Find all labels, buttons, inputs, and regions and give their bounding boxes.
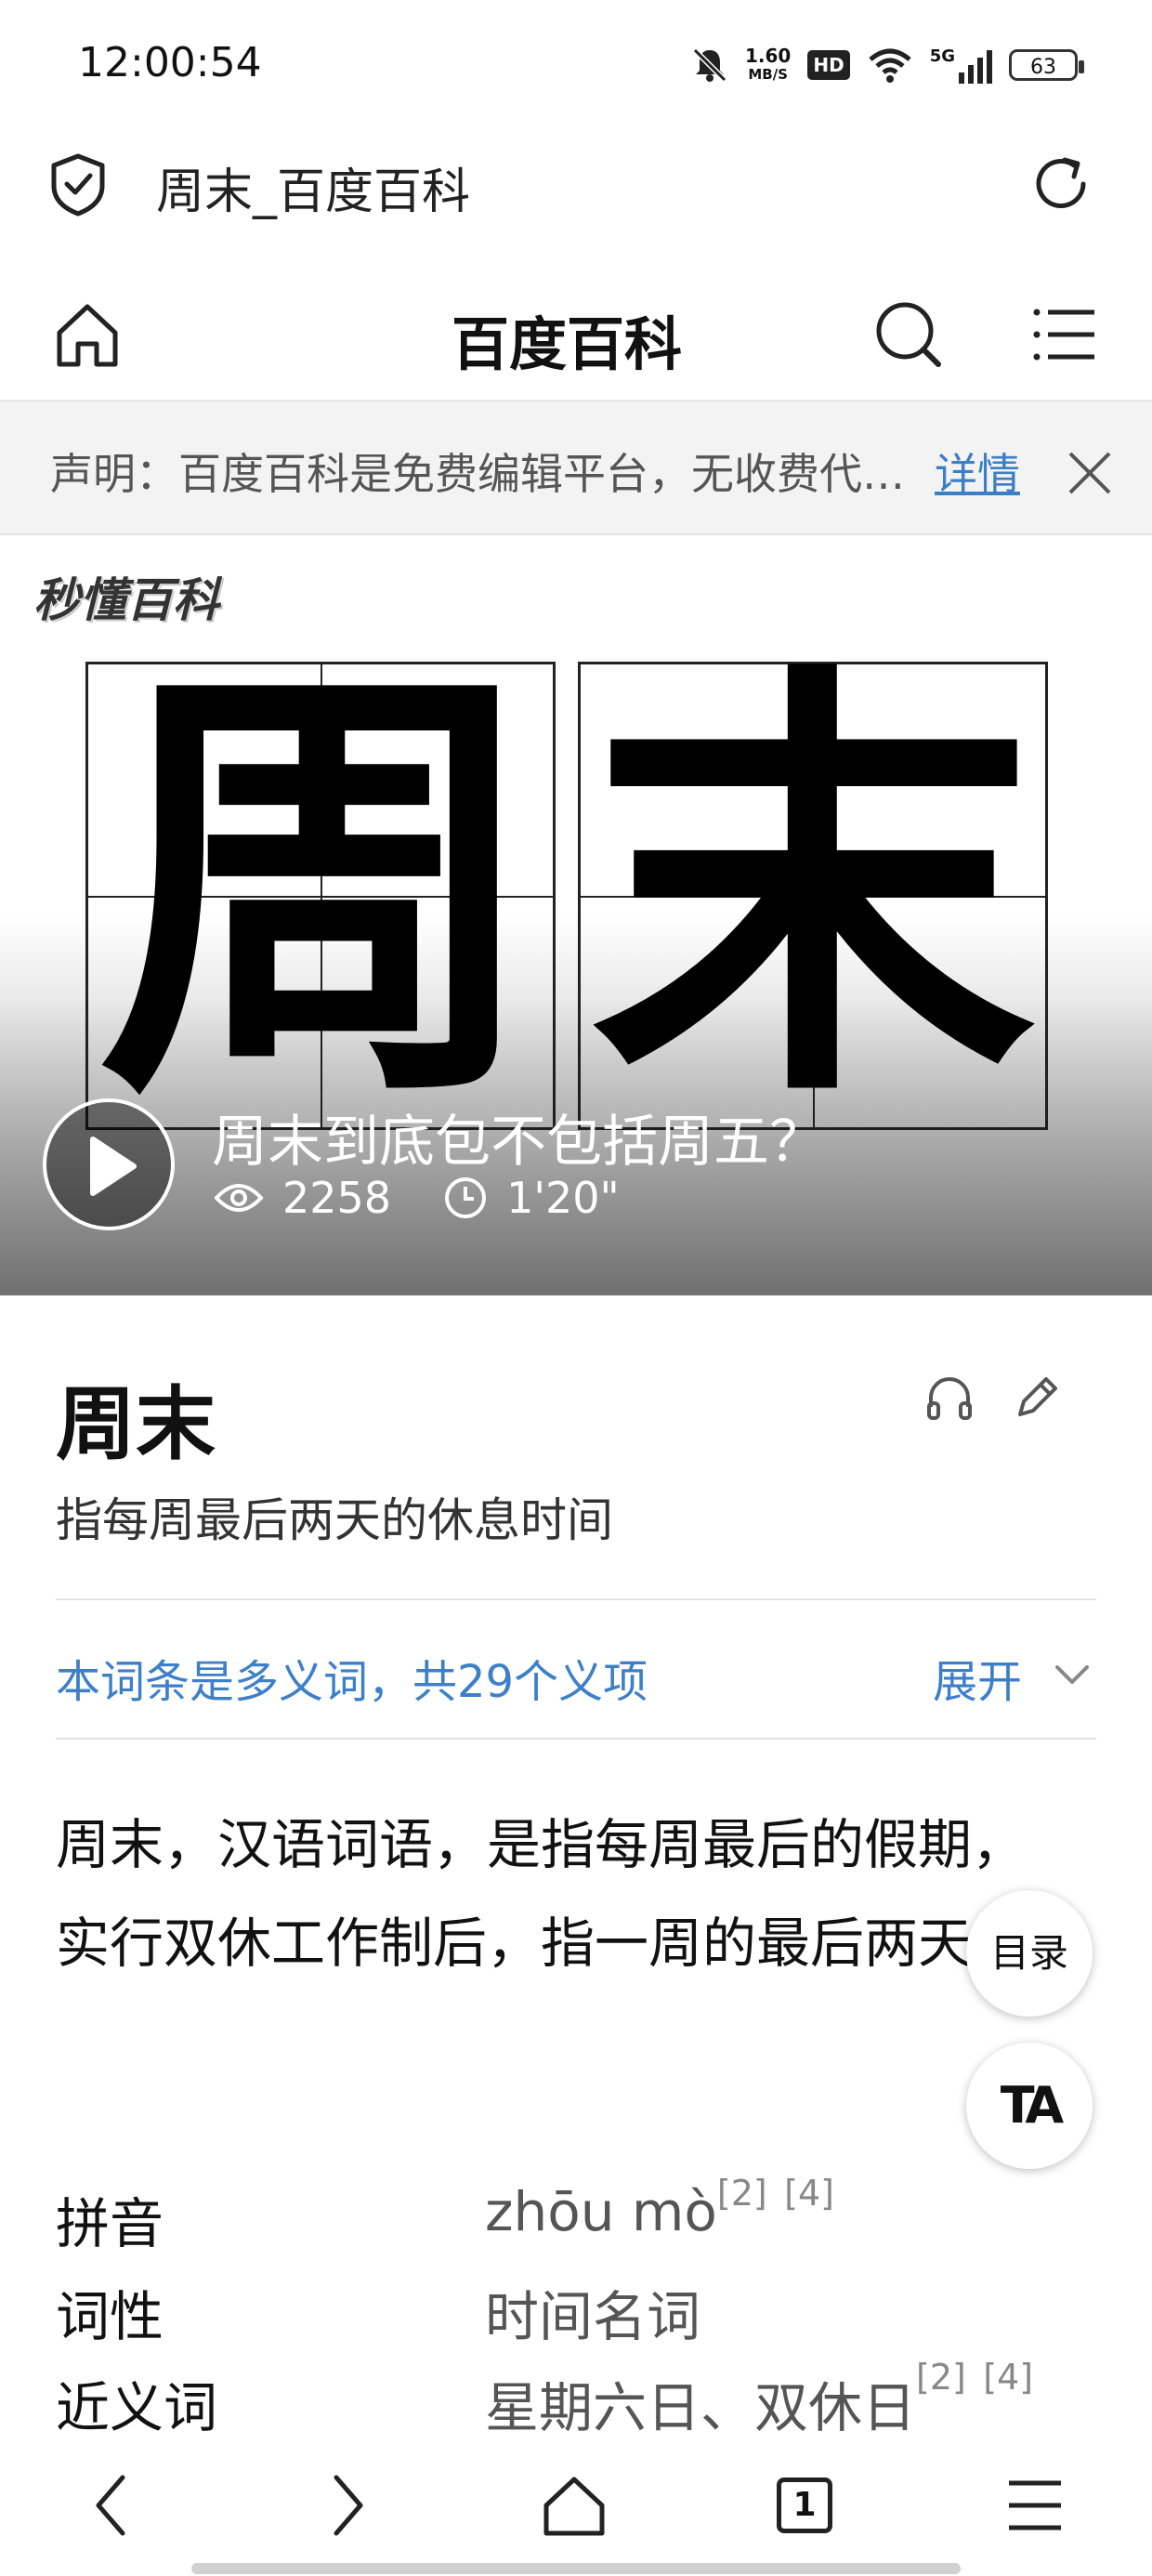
video-meta: 2258 1'20"	[214, 1173, 620, 1223]
info-key: 词性	[56, 2285, 164, 2348]
tabs-button[interactable]: 1	[767, 2468, 842, 2543]
divider	[56, 1738, 1096, 1740]
notice-details-link[interactable]: 详情	[935, 440, 1020, 502]
video-logo: 秒懂百科	[33, 573, 219, 627]
pencil-icon[interactable]	[1011, 1372, 1063, 1424]
page: 12:00:54 1.60 MB/S HD 5G 63 周末_百度百科 百度百科…	[0, 0, 1152, 2576]
info-value-text: 星期六日、双休日	[485, 2376, 917, 2439]
list-menu-icon[interactable]	[1028, 297, 1102, 372]
search-icon[interactable]	[871, 297, 946, 372]
hd-icon: HD	[807, 50, 850, 80]
info-value: zhōu mò[2] [4]	[485, 2173, 834, 2243]
refresh-icon[interactable]	[1029, 152, 1093, 216]
notice-banner: 声明：百度百科是免费编辑平台，无收费代编服务 详情	[0, 401, 1152, 535]
toc-button[interactable]: 目录	[966, 1890, 1093, 2017]
play-icon	[90, 1137, 137, 1196]
citation-link[interactable]: [4]	[784, 2173, 834, 2214]
home-nav-icon[interactable]	[537, 2468, 611, 2543]
info-row-pinyin: 拼音 zhōu mò[2] [4]	[56, 2173, 1096, 2264]
citation-link[interactable]: [2]	[717, 2173, 767, 2214]
play-button[interactable]	[43, 1098, 175, 1230]
network-label: 5G	[929, 46, 955, 66]
entry-subtitle: 指每周最后两天的休息时间	[56, 1493, 613, 1547]
forward-icon[interactable]	[307, 2468, 381, 2543]
back-icon[interactable]	[78, 2468, 152, 2543]
status-time: 12:00:54	[78, 39, 262, 86]
info-value-text: zhōu mò	[485, 2180, 717, 2243]
url-bar[interactable]: 周末_百度百科	[0, 139, 1152, 232]
divider	[56, 1598, 1096, 1600]
site-title[interactable]: 百度百科	[0, 297, 1133, 381]
eye-icon	[214, 1184, 264, 1212]
close-icon[interactable]	[1065, 448, 1115, 498]
chevron-down-icon[interactable]	[1052, 1654, 1093, 1695]
net-speed: 1.60 MB/S	[745, 46, 791, 84]
status-bar: 12:00:54 1.60 MB/S HD 5G 63	[0, 0, 1152, 139]
clock-icon	[445, 1177, 487, 1218]
font-size-button[interactable]: TA	[966, 2043, 1093, 2169]
entry-summary: 周末，汉语词语，是指每周最后的假期，实行双休工作制后，指一周的最后两天。	[56, 1813, 1027, 1975]
video-player[interactable]: 秒懂百科 周 末 周末到底包不包括周五？ 2258 1'20"	[0, 535, 1152, 1295]
info-key: 拼音	[56, 2192, 164, 2255]
signal-bar	[968, 65, 974, 84]
video-duration: 1'20"	[506, 1173, 620, 1223]
citation-link[interactable]: [4]	[983, 2357, 1033, 2398]
citation-link[interactable]: [2]	[916, 2357, 966, 2398]
signal-bar	[987, 50, 992, 84]
signal-icon: 5G	[930, 46, 992, 84]
view-count: 2258	[282, 1173, 392, 1223]
baike-header: 百度百科	[0, 269, 1152, 401]
info-value: 时间名词	[485, 2273, 700, 2351]
menu-icon[interactable]	[998, 2468, 1072, 2543]
bell-muted-icon	[692, 47, 727, 83]
net-speed-unit: MB/S	[748, 66, 788, 83]
entry-title: 周末	[56, 1378, 216, 1471]
info-value-text: 时间名词	[485, 2285, 701, 2348]
battery-icon: 63	[1009, 49, 1084, 81]
home-indicator[interactable]	[191, 2563, 961, 2574]
tab-count: 1	[777, 2477, 832, 2533]
info-key: 近义词	[56, 2376, 218, 2439]
bottom-nav: 1	[0, 2437, 1152, 2576]
signal-bar	[959, 72, 964, 84]
shield-check-icon[interactable]	[48, 152, 108, 217]
info-row-pos: 词性 时间名词	[56, 2273, 1096, 2357]
polysemy-link[interactable]: 本词条是多义词，共29个义项	[56, 1645, 648, 1710]
url-title[interactable]: 周末_百度百科	[156, 152, 470, 222]
info-value: 星期六日、双休日[2] [4]	[485, 2357, 1033, 2442]
info-row-synonym: 近义词 星期六日、双休日[2] [4]	[56, 2357, 1096, 2448]
video-title[interactable]: 周末到底包不包括周五？	[212, 1097, 825, 1177]
headphone-icon[interactable]	[923, 1372, 975, 1424]
status-icons: 1.60 MB/S HD 5G 63	[691, 43, 1084, 87]
notice-text: 声明：百度百科是免费编辑平台，无收费代编服务	[50, 449, 905, 499]
signal-bar	[977, 58, 983, 84]
net-speed-value: 1.60	[744, 45, 792, 67]
expand-button[interactable]: 展开	[933, 1645, 1022, 1710]
wifi-icon	[869, 48, 911, 83]
battery-level: 63	[1030, 56, 1056, 79]
